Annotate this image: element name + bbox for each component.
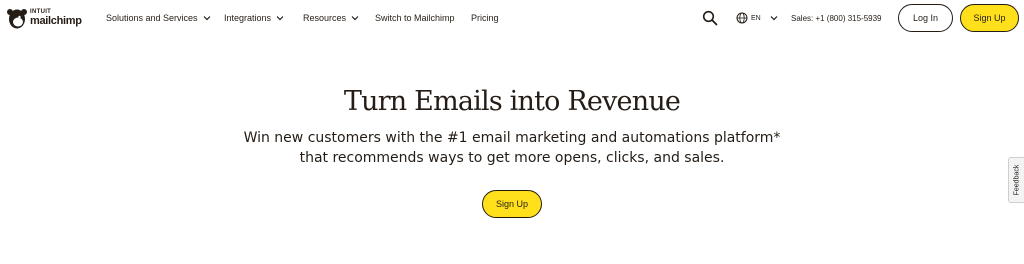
hero-signup-button[interactable]: Sign Up <box>482 190 542 218</box>
login-button-label: Log In <box>912 13 939 23</box>
chevron-down-icon <box>203 16 210 21</box>
search-icon[interactable] <box>702 10 718 26</box>
nav-solutions-and-services[interactable]: Solutions and Services <box>106 0 212 36</box>
signup-button[interactable]: Sign Up <box>960 4 1019 32</box>
nav-pricing[interactable]: Pricing <box>471 0 499 36</box>
feedback-tab[interactable]: Feedback <box>1008 157 1024 203</box>
language-code: EN <box>751 14 761 22</box>
nav-resources[interactable]: Resources <box>303 0 360 36</box>
chevron-down-icon <box>351 16 359 21</box>
sales-phone-text: Sales: +1 (800) 315-5939 <box>791 13 882 23</box>
hero-title: Turn Emails into Revenue <box>343 86 681 117</box>
hero-signup-label: Sign Up <box>495 199 529 209</box>
freddie-mascot-icon <box>7 9 27 29</box>
feedback-label: Feedback <box>1013 164 1020 196</box>
nav-item-label: Resources <box>303 13 347 23</box>
nav-item-label: Integrations <box>224 13 272 23</box>
chevron-down-icon <box>770 16 778 21</box>
login-button[interactable]: Log In <box>898 4 953 32</box>
nav-item-label: Solutions and Services <box>106 13 198 23</box>
nav-switch-to-mailchimp[interactable]: Switch to Mailchimp <box>375 0 455 36</box>
sales-phone-link[interactable]: Sales: +1 (800) 315-5939 <box>791 0 882 36</box>
language-selector[interactable]: EN <box>736 0 779 36</box>
signup-button-label: Sign Up <box>973 13 1006 23</box>
nav-item-label: Pricing <box>471 13 499 23</box>
nav-item-label: Switch to Mailchimp <box>375 13 455 23</box>
chevron-down-icon <box>276 16 284 21</box>
globe-icon <box>736 12 748 24</box>
nav-integrations[interactable]: Integrations <box>224 0 285 36</box>
hero-subtitle: Win new customers with the #1 email mark… <box>232 128 792 168</box>
hero-subtitle-line2: that recommends ways to get more opens, … <box>299 150 725 166</box>
top-navigation: INTUIT mailchimp Solutions and Services … <box>0 0 1024 36</box>
logo-mailchimp-text: mailchimp <box>30 15 82 27</box>
hero-subtitle-line1: Win new customers with the #1 email mark… <box>243 130 781 146</box>
